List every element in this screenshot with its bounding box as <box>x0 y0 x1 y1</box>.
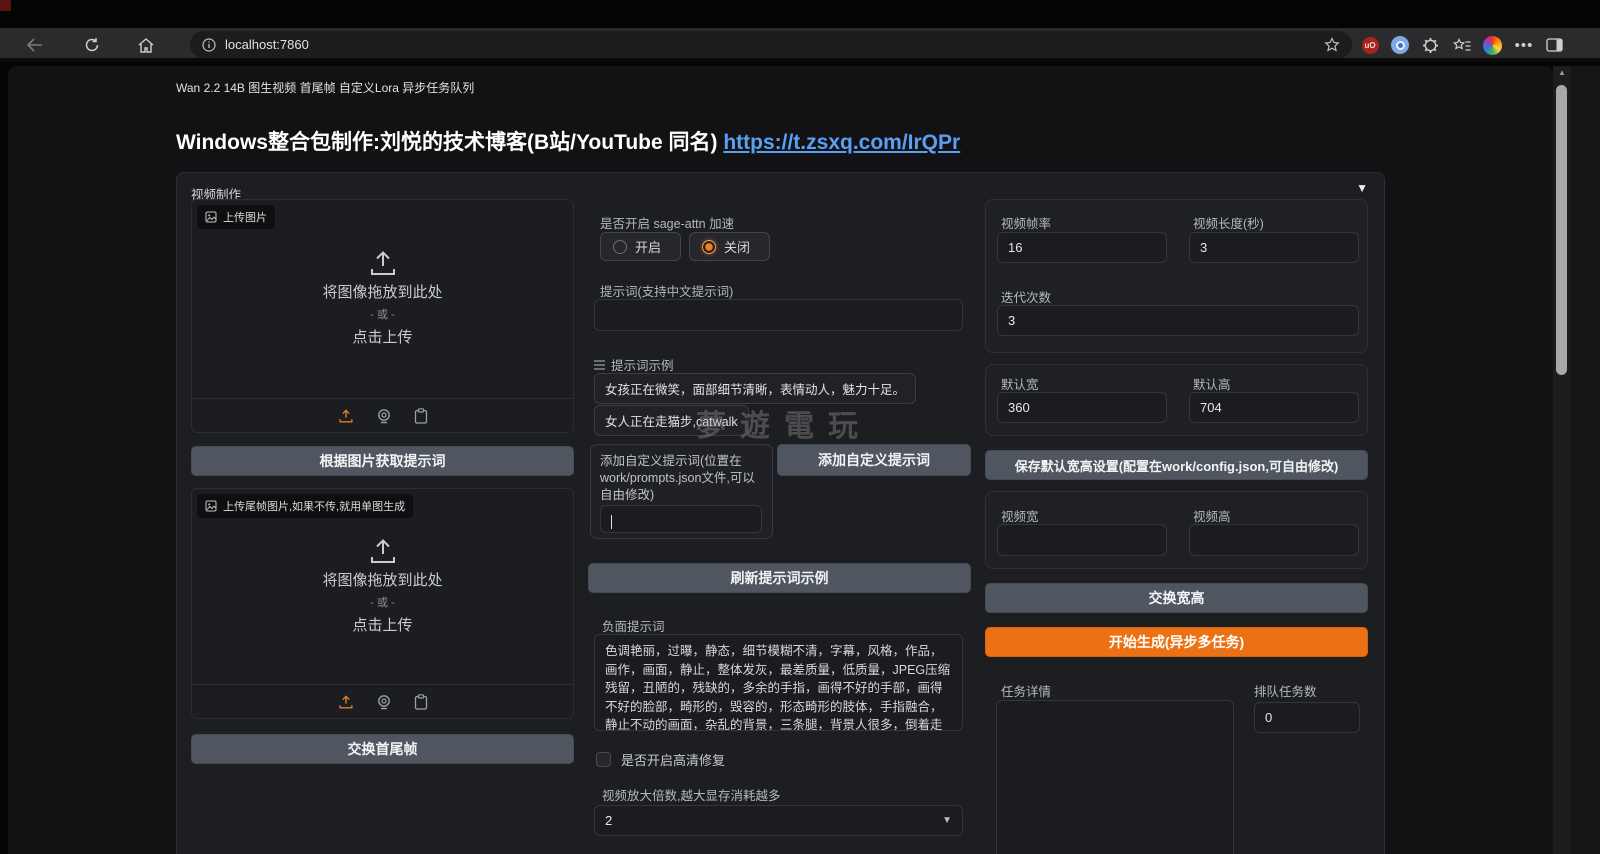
url-text[interactable]: localhost:7860 <box>225 37 1324 52</box>
ublock-extension-icon[interactable]: uO <box>1358 33 1382 57</box>
or-text: - 或 - <box>370 594 394 610</box>
example-prompt-chip[interactable]: 女人正在走猫步,catwalk <box>594 405 749 436</box>
text-cursor <box>611 515 612 529</box>
overflow-menu-icon[interactable]: ••• <box>1512 33 1536 57</box>
examples-header: 提示词示例 <box>594 355 674 374</box>
default-height-input[interactable] <box>1189 392 1359 423</box>
prompt-input[interactable] <box>594 299 963 331</box>
window-right-edge <box>1571 66 1600 854</box>
page-heading: Windows整合包制作:刘悦的技术博客(B站/YouTube 同名) http… <box>176 126 960 156</box>
upload-source-tabs <box>192 398 573 432</box>
profile-avatar[interactable] <box>1480 33 1504 57</box>
swap-first-last-frame-button[interactable]: 交换首尾帧 <box>191 734 574 764</box>
hd-repair-label: 是否开启高清修复 <box>621 750 725 769</box>
custom-prompt-label: 添加自定义提示词(位置在work/prompts.json文件,可以自由修改) <box>600 453 763 504</box>
scrollbar-up-arrow[interactable]: ▲ <box>1557 68 1567 77</box>
click-upload-text[interactable]: 点击上传 <box>352 614 412 635</box>
upload-tray-icon <box>368 249 398 277</box>
hd-repair-row[interactable]: 是否开启高清修复 <box>596 750 725 769</box>
custom-prompt-block: 添加自定义提示词(位置在work/prompts.json文件,可以自由修改) <box>590 444 773 539</box>
hd-repair-checkbox[interactable] <box>596 752 611 767</box>
url-bar[interactable]: localhost:7860 <box>190 31 1352 58</box>
browser-toolbar: localhost:7860 uO ••• <box>0 28 1600 62</box>
video-height-label: 视频高 <box>1193 506 1231 525</box>
home-icon[interactable] <box>134 33 158 57</box>
custom-prompt-input[interactable] <box>600 505 762 533</box>
chevron-down-icon: ▼ <box>942 815 952 826</box>
upload-source-tabs <box>192 684 573 718</box>
task-detail-label: 任务详情 <box>1001 681 1051 700</box>
radio-label: 关闭 <box>724 237 750 256</box>
heading-link[interactable]: https://t.zsxq.com/IrQPr <box>723 131 960 154</box>
steps-label: 迭代次数 <box>1001 287 1051 306</box>
default-width-input[interactable] <box>997 392 1167 423</box>
task-detail-textarea[interactable] <box>996 700 1234 854</box>
video-width-label: 视频宽 <box>1001 506 1039 525</box>
bookmark-star-icon[interactable] <box>1324 37 1340 53</box>
upload-tray-icon <box>368 537 398 565</box>
page-scrollbar-thumb[interactable] <box>1556 85 1567 375</box>
clipboard-source-icon[interactable] <box>414 408 428 424</box>
or-text: - 或 - <box>370 306 394 322</box>
start-generation-button[interactable]: 开始生成(异步多任务) <box>985 627 1368 657</box>
upscale-label: 视频放大倍数,越大显存消耗越多 <box>602 785 780 804</box>
prompt-label: 提示词(支持中文提示词) <box>600 281 733 300</box>
examples-label: 提示词示例 <box>611 355 674 374</box>
steps-input[interactable] <box>997 305 1359 336</box>
swap-width-height-button[interactable]: 交换宽高 <box>985 583 1368 613</box>
sidebar-toggle-icon[interactable] <box>1542 33 1566 57</box>
upscale-dropdown[interactable]: 2 ▼ <box>594 805 963 836</box>
accordion-collapse-icon[interactable]: ▼ <box>1356 181 1368 195</box>
last-frame-upload-dropzone[interactable]: 上传尾帧图片,如果不传,就用单图生成 将图像拖放到此处 - 或 - 点击上传 <box>191 488 574 719</box>
window-accent-square <box>0 0 11 11</box>
negative-prompt-label: 负面提示词 <box>602 616 665 635</box>
video-production-accordion: 视频制作 ▼ 上传图片 将图像拖放到此处 - 或 - 点击上传 根据图片获取提示… <box>176 172 1385 854</box>
back-icon[interactable] <box>22 33 46 57</box>
list-icon <box>594 360 605 370</box>
add-custom-prompt-button[interactable]: 添加自定义提示词 <box>777 444 971 476</box>
search-extension-icon[interactable] <box>1388 33 1412 57</box>
extensions-gear-icon[interactable] <box>1418 33 1442 57</box>
radio-circle-selected-icon <box>702 240 716 254</box>
upload-source-icon[interactable] <box>338 694 354 710</box>
sage-on-radio[interactable]: 开启 <box>600 232 681 261</box>
dropzone-center[interactable]: 将图像拖放到此处 - 或 - 点击上传 <box>192 200 573 396</box>
app-title: Wan 2.2 14B 图生视频 首尾帧 自定义Lora 异步任务队列 <box>176 79 474 96</box>
reload-icon[interactable] <box>80 33 104 57</box>
first-frame-upload-dropzone[interactable]: 上传图片 将图像拖放到此处 - 或 - 点击上传 <box>191 199 574 433</box>
queue-count-input[interactable] <box>1254 702 1360 733</box>
page-viewport: Wan 2.2 14B 图生视频 首尾帧 自定义Lora 异步任务队列 Wind… <box>8 66 1553 854</box>
click-upload-text[interactable]: 点击上传 <box>352 326 412 347</box>
drop-text: 将图像拖放到此处 <box>322 281 442 302</box>
drop-text: 将图像拖放到此处 <box>322 569 442 590</box>
save-defaults-button[interactable]: 保存默认宽高设置(配置在work/config.json,可自由修改) <box>985 450 1368 480</box>
webcam-source-icon[interactable] <box>376 408 392 424</box>
default-height-label: 默认高 <box>1193 374 1231 393</box>
default-width-label: 默认宽 <box>1001 374 1039 393</box>
queue-count-label: 排队任务数 <box>1254 681 1317 700</box>
webcam-source-icon[interactable] <box>376 694 392 710</box>
heading-text: Windows整合包制作:刘悦的技术博客(B站/YouTube 同名) <box>176 131 723 154</box>
radio-circle-icon <box>613 240 627 254</box>
sage-attn-label: 是否开启 sage-attn 加速 <box>600 213 734 232</box>
radio-label: 开启 <box>635 237 661 256</box>
window-titlebar <box>0 0 1600 28</box>
bookmarks-menu-icon[interactable] <box>1450 33 1474 57</box>
sage-off-radio[interactable]: 关闭 <box>689 232 770 261</box>
example-prompt-chip[interactable]: 女孩正在微笑，面部细节清晰，表情动人，魅力十足。 <box>594 373 916 404</box>
fps-label: 视频帧率 <box>1001 213 1051 232</box>
upscale-value: 2 <box>605 813 612 828</box>
video-width-input[interactable] <box>997 524 1167 556</box>
upload-source-icon[interactable] <box>338 408 354 424</box>
get-prompt-from-image-button[interactable]: 根据图片获取提示词 <box>191 446 574 476</box>
fps-input[interactable] <box>997 232 1167 263</box>
negative-prompt-textarea[interactable]: 色调艳丽，过曝，静态，细节模糊不清，字幕，风格，作品，画作，画面，静止，整体发灰… <box>594 634 963 731</box>
clipboard-source-icon[interactable] <box>414 694 428 710</box>
video-height-input[interactable] <box>1189 524 1359 556</box>
video-length-label: 视频长度(秒) <box>1193 213 1264 232</box>
video-length-input[interactable] <box>1189 232 1359 263</box>
site-info-icon[interactable] <box>202 38 216 52</box>
refresh-examples-button[interactable]: 刷新提示词示例 <box>588 563 971 593</box>
dropzone-center[interactable]: 将图像拖放到此处 - 或 - 点击上传 <box>192 489 573 682</box>
